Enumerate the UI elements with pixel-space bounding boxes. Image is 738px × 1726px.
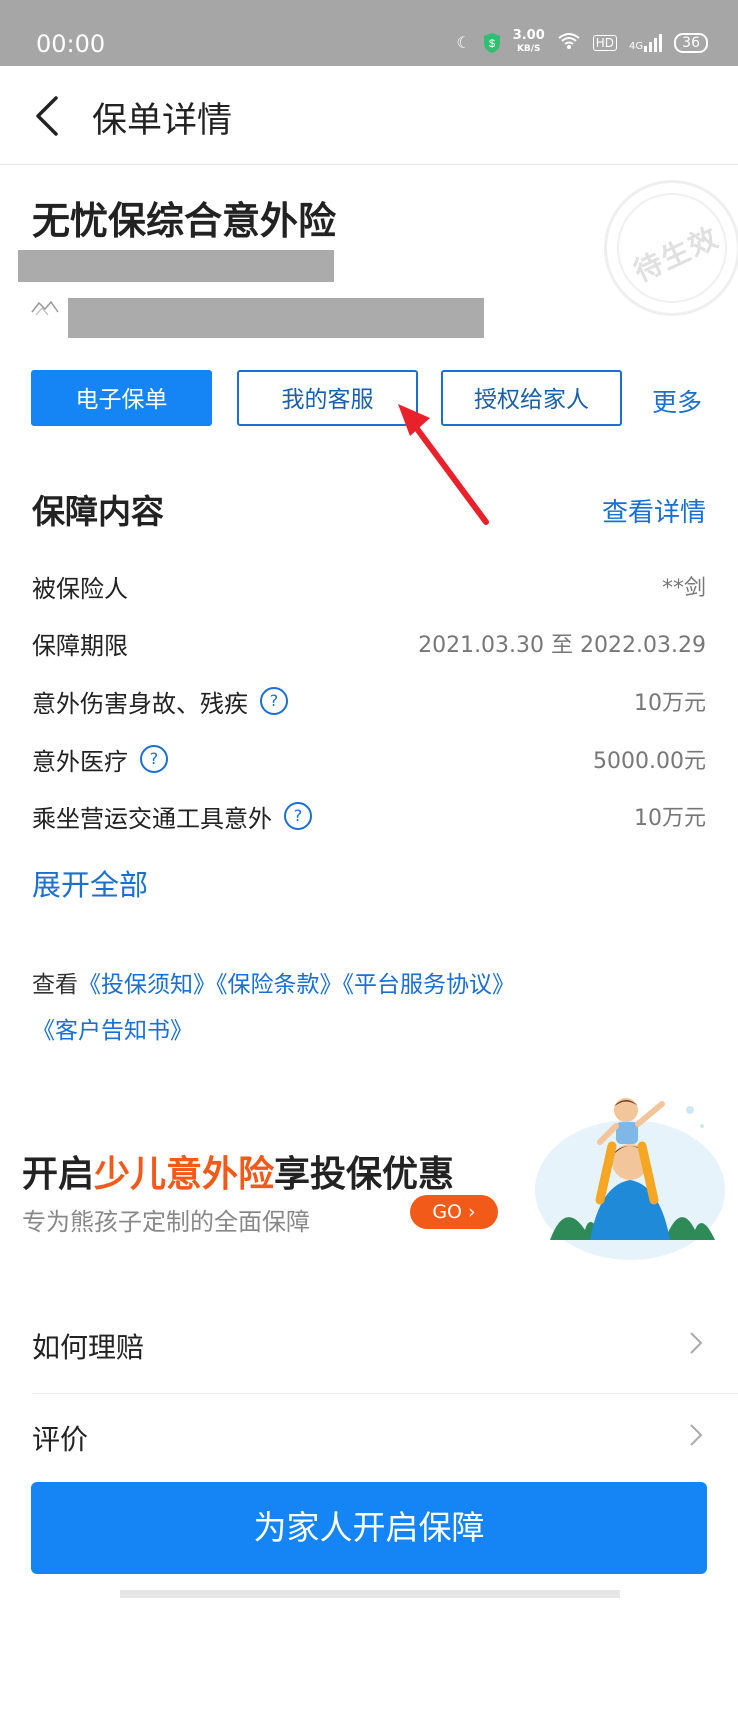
list-item-label: 评价 [32,1423,89,1456]
signal-icon: 4G [629,33,663,52]
status-bar: 00:00 ☾ $ 3.00 KB/S HD 4G 36 [0,0,738,66]
coverage-label-text: 保障期限 [32,631,128,660]
speed-value: 3.00 [512,28,545,43]
help-icon[interactable]: ? [284,802,312,830]
home-indicator [120,1590,620,1598]
status-stamp: 待生效 [604,180,738,316]
promo-title-post: 享投保优惠 [274,1154,455,1195]
coverage-value: 5000.00元 [593,749,706,774]
promo-title-highlight: 少儿意外险 [94,1154,275,1195]
coverage-label-text: 乘坐营运交通工具意外 [32,804,272,833]
coverage-label: 乘坐营运交通工具意外? [32,799,312,834]
go-button[interactable]: GO › [410,1195,498,1229]
coverage-label-text: 被保险人 [32,574,128,603]
e-policy-button[interactable]: 电子保单 [31,370,212,426]
chevron-right-icon [690,1424,703,1446]
baidu-watermark: Bai du 经验 [598,1570,705,1697]
coverage-label: 被保险人 [32,569,128,604]
docs-prefix: 查看 [32,972,78,998]
coverage-value: **剑 [661,576,706,601]
coverage-row: 意外伤害身故、残疾? 10万元 [32,681,706,721]
coverage-label: 意外伤害身故、残疾? [32,684,288,719]
battery-icon: 36 [674,32,708,53]
insurer-logo [30,298,60,324]
coverage-row: 乘坐营运交通工具意外? 10万元 [32,796,706,836]
chevron-right-icon [690,1332,703,1354]
family-illustration [535,1098,725,1260]
redacted-policy-number [18,250,334,282]
documents-links: 查看《投保须知》《保险条款》《平台服务协议》《客户告知书》 [32,962,712,1054]
coverage-title: 保障内容 [32,492,164,531]
network-speed: 3.00 KB/S [512,28,545,55]
doc-link-notice[interactable]: 《投保须知》 [78,972,216,998]
help-icon[interactable]: ? [260,687,288,715]
expand-all-link[interactable]: 展开全部 [32,862,148,904]
cta-label: 为家人开启保障 [253,1508,485,1547]
redacted-insurer-name [68,298,484,338]
coverage-value: 2021.03.30 至 2022.03.29 [418,633,706,658]
wifi-icon [557,32,581,54]
coverage-row: 被保险人 **剑 [32,566,706,606]
coverage-label-text: 意外医疗 [32,747,128,776]
status-time: 00:00 [36,30,106,58]
network-type: 4G [629,40,644,52]
nav-bar: 保单详情 [0,66,738,165]
moon-icon: ☾ [456,33,471,52]
coverage-value: 10万元 [634,806,706,831]
back-arrow-icon[interactable] [28,92,68,140]
coverage-value: 10万元 [634,691,706,716]
promo-title: 开启少儿意外险享投保优惠 [22,1145,454,1197]
coverage-row: 保障期限 2021.03.30 至 2022.03.29 [32,623,706,663]
shield-icon: $ [483,32,500,53]
coverage-label: 保障期限 [32,626,128,661]
go-label: GO [432,1201,463,1223]
promo-subtitle: 专为熊孩子定制的全面保障 [22,1208,310,1236]
bottom-bar: 为家人开启保障 Bai du 经验 [0,1458,738,1697]
more-link[interactable]: 更多 [652,383,702,419]
policy-title: 无忧保综合意外险 [32,199,337,243]
coverage-row: 意外医疗? 5000.00元 [32,739,706,779]
coverage-label-text: 意外伤害身故、残疾 [32,689,248,718]
status-icons: ☾ $ 3.00 KB/S HD 4G 36 [456,28,708,55]
help-icon[interactable]: ? [140,745,168,773]
open-family-coverage-button[interactable]: 为家人开启保障 Bai du 经验 [31,1482,707,1697]
hd-icon: HD [592,34,618,51]
list-item-label: 如何理赔 [32,1331,145,1364]
speed-unit: KB/S [516,44,541,54]
view-detail-link[interactable]: 查看详情 [602,492,706,529]
doc-link-terms[interactable]: 《保险条款》 [216,972,343,998]
promo-title-pre: 开启 [22,1154,95,1195]
list-item-claims[interactable]: 如何理赔 [32,1302,738,1392]
coverage-label: 意外医疗? [32,742,168,777]
svg-text:$: $ [489,38,495,50]
doc-link-platform-agreement[interactable]: 《平台服务协议》 [343,972,516,998]
page-title: 保单详情 [92,101,233,141]
promo-banner[interactable]: 开启少儿意外险享投保优惠 专为熊孩子定制的全面保障 GO › [0,1090,738,1270]
annotation-arrow-icon [398,404,489,525]
doc-link-customer-notice[interactable]: 《客户告知书》 [32,1018,193,1044]
